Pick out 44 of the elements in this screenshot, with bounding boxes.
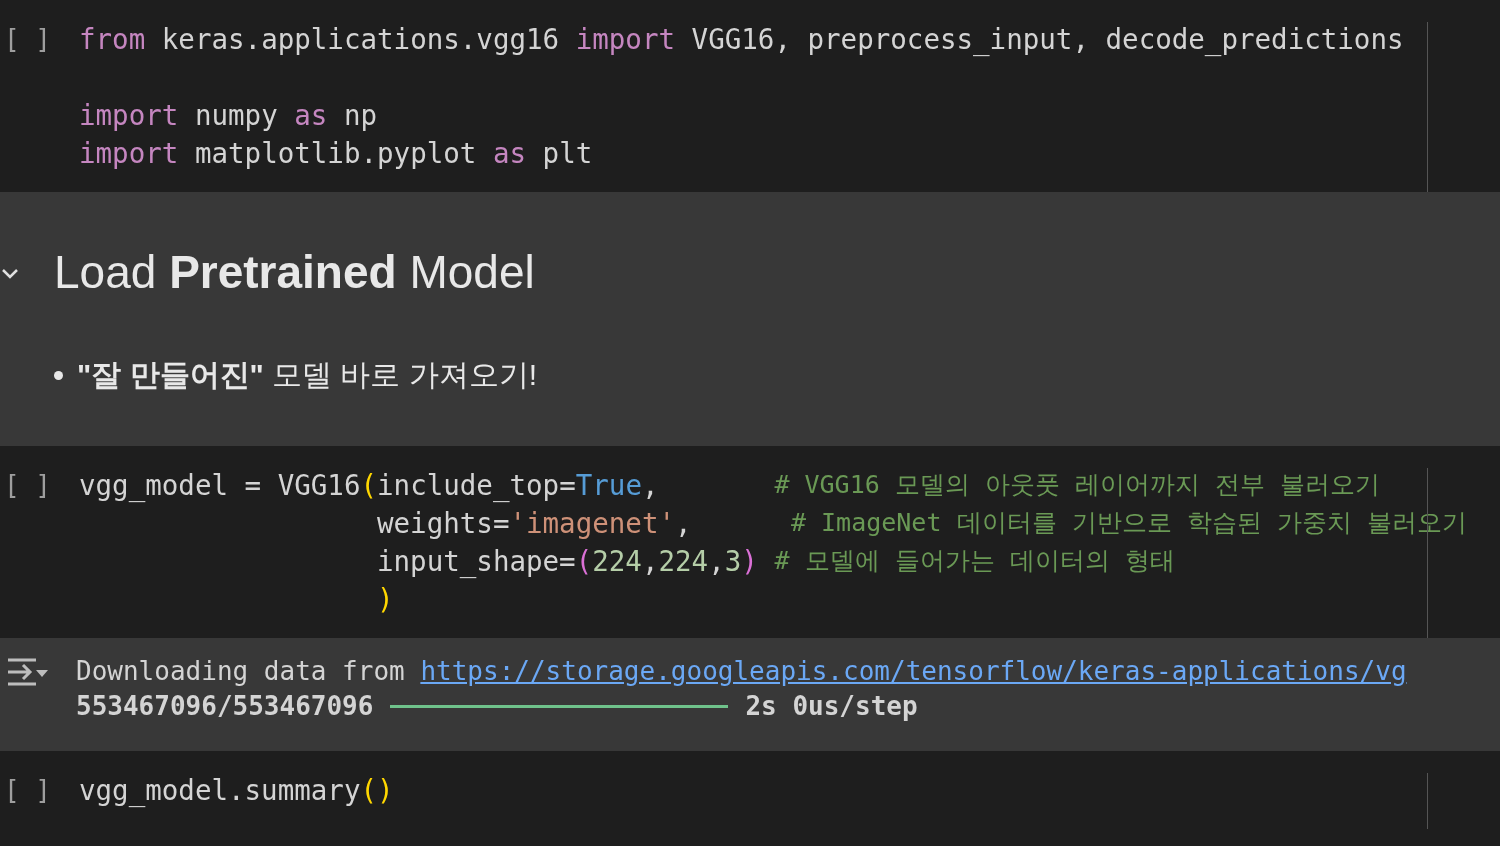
code-token: plt	[541, 136, 593, 171]
code-token: include_top=	[377, 468, 576, 504]
code-token: import	[79, 136, 179, 171]
code-token: as	[492, 136, 527, 171]
progress-count: 553467096/553467096	[76, 690, 374, 723]
code-token: from	[79, 22, 146, 57]
code-token: matplotlib.pyplot	[193, 136, 478, 171]
code-token: vgg_model.summary	[79, 773, 361, 809]
code-token: vgg_model = VGG16	[79, 468, 361, 504]
code-token: 'imagenet'	[509, 506, 676, 541]
code-token: 224	[658, 544, 709, 579]
code-token: 3	[724, 544, 742, 579]
section-heading: Load Pretrained Model	[54, 245, 535, 300]
code-token: )	[377, 582, 394, 617]
progress-timing: 2s 0us/step	[745, 690, 918, 723]
code-token: numpy	[193, 98, 279, 133]
code-token: True	[575, 468, 642, 501]
code-token: ,	[708, 544, 725, 579]
code-comment: # ImageNet 데이터를 기반으로 학습된 가중치 불러오기	[790, 507, 1467, 539]
code-token: ,	[641, 468, 660, 503]
code-token: import	[79, 98, 179, 133]
output-text: Downloading data from	[76, 655, 406, 688]
run-button[interactable]: [ ]	[4, 20, 51, 58]
code-token: import	[575, 22, 676, 57]
code-comment: # VGG16 모델의 아웃풋 레이어까지 전부 불러오기	[774, 469, 1381, 501]
bullet-icon	[54, 370, 63, 380]
code-token: as	[294, 98, 328, 133]
code-token: )	[741, 544, 759, 579]
code-token: np	[342, 98, 378, 133]
code-token: input_shape=	[377, 544, 576, 580]
run-button[interactable]: [ ]	[4, 771, 51, 809]
code-token: ,	[641, 544, 659, 579]
code-token: keras.applications.vgg16	[160, 22, 561, 57]
run-button[interactable]: [ ]	[4, 466, 51, 504]
code-token: ,	[675, 506, 693, 541]
code-token: (	[575, 544, 593, 579]
bullet-text: "잘 만들어진" 모델 바로 가져오기!	[77, 357, 538, 393]
code-token: weights=	[377, 506, 510, 541]
code-token: 224	[592, 544, 642, 579]
code-token: VGG16, preprocess_input, decode_predictions	[690, 22, 1404, 58]
code-token: ()	[360, 773, 394, 808]
code-comment: # 모델에 들어가는 데이터의 형태	[774, 545, 1175, 577]
code-token: (	[360, 468, 378, 503]
download-link[interactable]: https://storage.googleapis.com/tensorflow/keras-applications/vg	[420, 654, 1407, 689]
